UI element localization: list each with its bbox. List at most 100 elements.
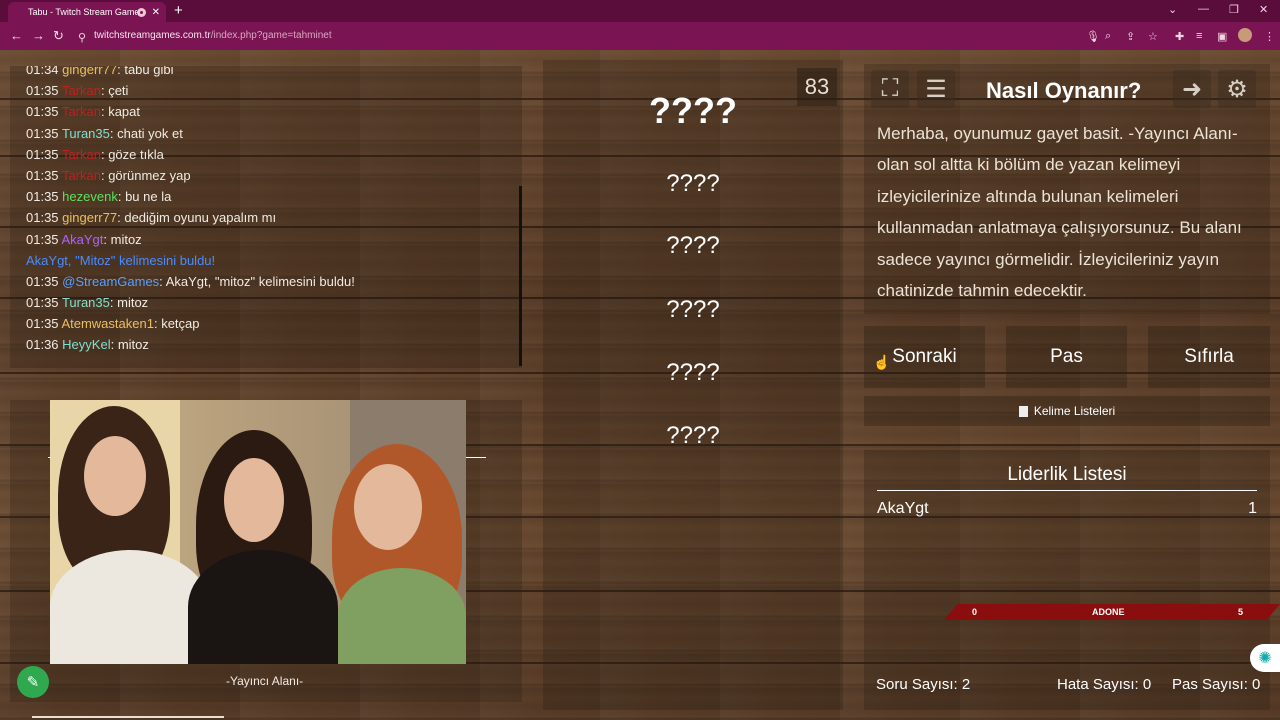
chat-username[interactable]: HeyyKel	[62, 337, 110, 352]
chat-text: tabu gibi	[124, 66, 174, 77]
forbidden-word: ????	[666, 170, 720, 197]
chat-message: 01:35 AkaYgt: mitoz	[26, 231, 142, 247]
tab-search-icon[interactable]: ⌄	[1168, 3, 1177, 16]
chat-time: 01:34	[26, 66, 59, 77]
chat-username[interactable]: Tarkan	[62, 83, 101, 98]
tab-close-icon[interactable]: ✕	[152, 7, 160, 18]
chat-message: 01:35 hezevenk: bu ne la	[26, 189, 172, 205]
how-to-play-panel: ⛶ ☰ Nasıl Oynanır? ➜ ⚙ Merhaba, oyunumuz…	[864, 64, 1270, 314]
bookmark-star-icon[interactable]: ☆	[1148, 30, 1158, 43]
chat-username[interactable]: gingerr77	[62, 210, 117, 225]
chat-panel: 01:34 gingerr77: tabu gibi 01:35 Tarkan: …	[10, 66, 522, 368]
chat-message: 01:35 gingerr77: dediğim oyunu yapalım m…	[26, 210, 277, 226]
chat-text: göze tıkla	[108, 146, 164, 162]
pass-count: Pas Sayısı: 0	[1172, 676, 1261, 693]
forbidden-word: ????	[666, 359, 720, 386]
streamer-area: ✎ -Yayıncı Alanı-	[10, 400, 522, 702]
chat-time: 01:35	[26, 295, 59, 311]
menu-icon[interactable]: ⋮	[1264, 30, 1275, 43]
word-column: 83 ???? ???? ???? ???? ???? ????	[543, 60, 843, 710]
chat-message: 01:35 Atemwastaken1: ketçap	[26, 316, 200, 332]
profile-avatar[interactable]	[1238, 28, 1252, 42]
question-count: Soru Sayısı: 2	[876, 676, 971, 693]
assistant-icon[interactable]: ✺	[1250, 644, 1280, 672]
chat-message: 01:35 Tarkan: çeti	[26, 83, 129, 99]
main-word: ????	[649, 90, 737, 131]
close-window-icon[interactable]: ✕	[1259, 3, 1268, 16]
address-bar: ← → ↻ ⚲ twitchstreamgames.com.tr/index.p…	[0, 22, 1280, 50]
back-icon[interactable]: ←	[10, 28, 23, 43]
chat-time: 01:35	[26, 273, 59, 289]
adone-label: ADONE	[1092, 607, 1125, 617]
chat-text: görünmez yap	[108, 167, 191, 183]
word-lists-button[interactable]: Kelime Listeleri	[864, 396, 1270, 426]
chat-message: AkaYgt, "Mitoz" kelimesini buldu!	[26, 250, 355, 271]
chat-username[interactable]: gingerr77	[62, 66, 117, 77]
chat-log: 01:34 gingerr77: tabu gibi 01:35 Tarkan: …	[26, 66, 355, 356]
side-panel-icon[interactable]: ▣	[1217, 30, 1227, 43]
chat-username[interactable]: Turan35	[62, 295, 110, 310]
webcam-video	[50, 400, 466, 664]
reload-icon[interactable]: ↻	[53, 28, 64, 44]
chat-username[interactable]: Atemwastaken1	[61, 316, 154, 331]
chat-message: 01:35 @StreamGames: AkaYgt, "mitoz" keli…	[26, 273, 355, 289]
zoom-icon[interactable]: ⌕	[1105, 30, 1111, 43]
chat-text: ketçap	[161, 316, 200, 332]
chat-scrollbar[interactable]	[519, 186, 522, 366]
chat-username[interactable]: hezevenk	[62, 189, 118, 204]
chat-time: 01:35	[26, 316, 59, 332]
adone-right-value: 5	[1238, 607, 1244, 617]
chat-text: chati yok et	[117, 125, 183, 141]
chat-username[interactable]: @StreamGames	[62, 274, 159, 289]
chat-time: 01:35	[26, 104, 59, 120]
chat-text: kapat	[108, 104, 141, 120]
reading-list-icon[interactable]: ≡	[1196, 30, 1202, 42]
reset-button[interactable]: Sıfırla	[1148, 326, 1270, 388]
chat-username[interactable]: Tarkan	[62, 104, 101, 119]
rules-document-icon[interactable]: ☰	[917, 70, 955, 108]
fullscreen-icon[interactable]: ⛶	[871, 70, 909, 108]
leader-score: 1	[1248, 500, 1257, 517]
game-stats: Soru Sayısı: 2 Hata Sayısı: 0 Pas Sayısı…	[864, 676, 1270, 696]
settings-gear-icon[interactable]: ⚙	[1218, 70, 1256, 108]
chat-username[interactable]: Tarkan	[62, 147, 101, 162]
chat-time: 01:35	[26, 231, 59, 247]
error-count: Hata Sayısı: 0	[1057, 676, 1152, 693]
maximize-icon[interactable]: ❐	[1229, 3, 1239, 16]
edit-pencil-icon[interactable]: ✎	[17, 666, 49, 698]
chat-message: 01:35 Turan35: mitoz	[26, 295, 149, 311]
exit-icon[interactable]: ➜	[1173, 70, 1211, 108]
leaderboard-title: Liderlik Listesi	[1007, 464, 1127, 485]
forward-icon[interactable]: →	[32, 28, 45, 43]
minimize-icon[interactable]: —	[1198, 3, 1209, 15]
site-info-icon[interactable]: ⚲	[78, 31, 86, 44]
chat-username[interactable]: Turan35	[62, 126, 110, 141]
chat-text: mitoz	[110, 231, 142, 247]
chat-time: 01:35	[26, 83, 59, 99]
chat-time: 01:35	[26, 146, 59, 162]
chat-time: 01:35	[26, 210, 59, 226]
chat-time: 01:35	[26, 189, 59, 205]
chat-message: 01:35 Turan35: chati yok et	[26, 125, 183, 141]
new-tab-button[interactable]: +	[174, 2, 183, 20]
url-field[interactable]: twitchstreamgames.com.tr/index.php?game=…	[94, 30, 332, 41]
extensions-icon[interactable]: ✚	[1175, 30, 1184, 43]
chat-username[interactable]: AkaYgt	[61, 232, 103, 247]
forbidden-word: ????	[666, 296, 720, 323]
leader-name: AkaYgt	[877, 500, 929, 517]
active-tab[interactable]: Tabu - Twitch Stream Games ✕	[8, 2, 166, 22]
chat-time: 01:35	[26, 167, 59, 183]
how-to-play-title: Nasıl Oynanır?	[986, 78, 1142, 103]
chat-text: çeti	[108, 83, 129, 99]
chat-message: 01:35 Tarkan: kapat	[26, 104, 141, 120]
mic-icon[interactable]: 🎙	[1086, 30, 1100, 43]
chat-username[interactable]: Tarkan	[62, 168, 101, 183]
url-host: twitchstreamgames.com.tr	[94, 30, 211, 41]
pass-button[interactable]: Pas	[1006, 326, 1127, 388]
chat-message: 01:36 HeyyKel: mitoz	[26, 337, 149, 353]
chat-time: 01:35	[26, 125, 59, 141]
chat-message: 01:35 Tarkan: görünmez yap	[26, 167, 191, 183]
chat-text: AkaYgt, "mitoz" kelimesini buldu!	[165, 273, 355, 289]
chat-text: dediğim oyunu yapalım mı	[124, 210, 277, 226]
share-icon[interactable]: ⇪	[1126, 30, 1135, 43]
